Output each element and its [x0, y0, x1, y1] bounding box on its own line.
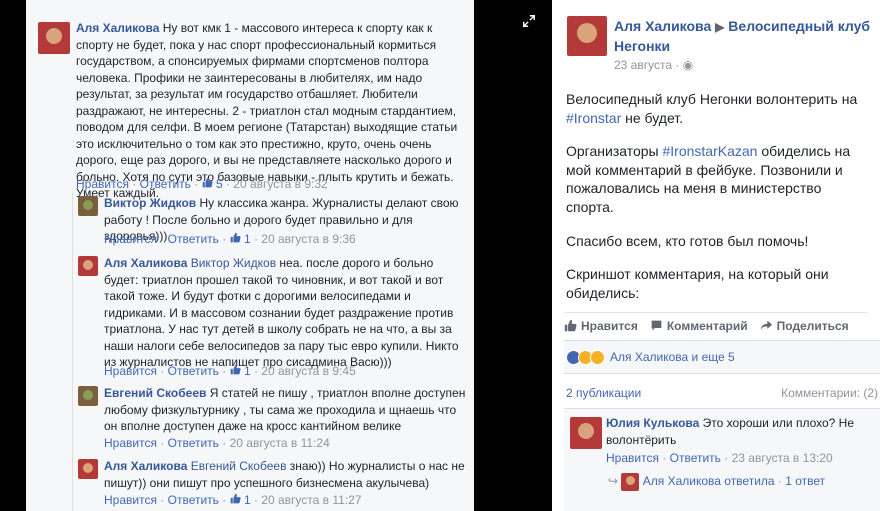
post-stats: 2 публикации Комментарии: (2) [564, 380, 880, 406]
thumbs-up-icon [230, 232, 241, 243]
post-paragraph: Организаторы #IronstarKazan обиделись на… [566, 143, 851, 215]
post-panel: Аля Халикова ▶ Велосипедный клуб Негонки… [552, 0, 880, 511]
comment-time[interactable]: 20 августа в 9:32 [233, 177, 327, 191]
comment-body: Аля Халикова Виктор Жидков неа. после до… [104, 255, 469, 371]
like-link[interactable]: Нравится [104, 436, 157, 450]
expand-icon[interactable] [522, 14, 536, 28]
publications-link[interactable]: 2 публикации [566, 386, 641, 400]
hashtag-link[interactable]: #Ironstar [566, 110, 621, 126]
post-author[interactable]: Аля Халикова [614, 18, 711, 34]
post-author-avatar[interactable] [567, 16, 607, 56]
reactions-text[interactable]: Аля Халикова и еще 5 [610, 350, 735, 364]
post-actions-bar: Нравится Комментарий Поделиться [564, 312, 868, 338]
avatar[interactable] [78, 459, 98, 479]
comment-time[interactable]: 20 августа в 11:24 [230, 436, 330, 450]
comment-author[interactable]: Аля Халикова [104, 256, 187, 270]
post-date[interactable]: 23 августа [614, 58, 672, 72]
avatar[interactable] [78, 256, 98, 276]
like-count[interactable]: 1 [244, 493, 251, 507]
like-link[interactable]: Нравится [104, 232, 157, 246]
avatar[interactable] [78, 196, 98, 216]
avatar[interactable] [78, 386, 98, 406]
arrow-right-icon: ▶ [715, 20, 725, 34]
like-count[interactable]: 5 [216, 177, 223, 191]
comment-body: Аля Халикова Ну вот кмк 1 - массового ин… [76, 20, 468, 202]
hashtag-link[interactable]: #IronstarKazan [663, 143, 758, 159]
post-body: Велосипедный клуб Негонки волонтерить на… [566, 90, 871, 317]
post-paragraph: Спасибо всем, кто готов был помочь! [566, 232, 809, 249]
comment-author[interactable]: Евгений Скобеев [104, 386, 206, 400]
reply-arrow-icon: ↪ [608, 474, 619, 489]
like-link[interactable]: Нравится [104, 493, 157, 507]
thumbs-up-icon [230, 364, 241, 375]
post-comment: Юлия Кулькова Это хороши или плохо? Не в… [564, 408, 880, 511]
globe-icon: ◉ [682, 58, 694, 72]
comment-actions: Нравится · Ответить · 1 · 20 августа в 1… [104, 493, 362, 507]
comment-time[interactable]: 20 августа в 9:36 [261, 232, 355, 246]
comment-time[interactable]: 20 августа в 11:27 [261, 493, 361, 507]
comment-actions: Нравится · Ответить · 5 · 20 августа в 9… [76, 177, 328, 191]
like-link[interactable]: Нравится [104, 364, 157, 378]
comment-mention[interactable]: Евгений Скобеев [191, 459, 287, 473]
reply-link[interactable]: Ответить [168, 364, 219, 378]
reply-link[interactable]: Ответить [140, 177, 191, 191]
avatar[interactable] [570, 417, 602, 449]
avatar [621, 473, 640, 491]
share-button[interactable]: Поделиться [760, 319, 849, 333]
post-paragraph: Велосипедный клуб Негонки волонтерить на… [566, 91, 858, 126]
reply-thread-line [72, 192, 73, 511]
post-paragraph: Скриншот комментария, на который они оби… [566, 266, 829, 301]
comment-time[interactable]: 20 августа в 9:45 [261, 364, 355, 378]
reply-link[interactable]: Ответить [670, 451, 721, 465]
share-icon [760, 320, 772, 331]
like-link[interactable]: Нравится [606, 451, 659, 465]
comment-actions: Нравится · Ответить · 23 августа в 13:20 [606, 451, 833, 465]
comment-mention[interactable]: Виктор Жидков [191, 256, 276, 270]
comment-button[interactable]: Комментарий [650, 319, 748, 333]
reply-link[interactable]: Ответить [168, 493, 219, 507]
post-header: Аля Халикова ▶ Велосипедный клуб Негонки [614, 17, 874, 56]
reply-link[interactable]: Ответить [168, 232, 219, 246]
reactions-summary[interactable]: Аля Халикова и еще 5 [564, 340, 880, 374]
comment-author[interactable]: Аля Халикова [104, 459, 187, 473]
comment-author[interactable]: Юлия Кулькова [606, 416, 699, 430]
comment-body: Аля Халикова Евгений Скобеев знаю)) Но ж… [104, 458, 469, 491]
comment-actions: Нравится · Ответить · 20 августа в 11:24 [104, 436, 330, 450]
comment-body: Евгений Скобеев Я статей не пишу , триат… [104, 385, 469, 435]
comment-text: Ну вот кмк 1 - массового интереса к спор… [76, 21, 458, 200]
like-count[interactable]: 1 [244, 364, 251, 378]
post-meta: 23 августа · ◉ [614, 58, 694, 72]
like-button[interactable]: Нравится [564, 319, 638, 333]
thumbs-up-icon [202, 177, 213, 188]
sad-reaction-icon [590, 349, 605, 365]
comment-actions: Нравится · Ответить · 1 · 20 августа в 9… [104, 364, 356, 378]
comments-count[interactable]: Комментарии: (2) [781, 386, 878, 400]
comment-time[interactable]: 23 августа в 13:20 [732, 451, 833, 465]
comment-text: неа. после дорого и больно будет: триатл… [104, 256, 459, 369]
comment-author[interactable]: Виктор Жидков [104, 196, 196, 210]
comment-body: Юлия Кулькова Это хороши или плохо? Не в… [606, 415, 874, 448]
comment-screenshot: Аля Халикова Ну вот кмк 1 - массового ин… [26, 0, 474, 511]
avatar[interactable] [38, 22, 70, 54]
comment-icon [651, 320, 662, 331]
thumbs-up-icon [564, 319, 577, 332]
comment-actions: Нравится · Ответить · 1 · 20 августа в 9… [104, 232, 356, 246]
like-link[interactable]: Нравится [76, 177, 129, 191]
comment-author[interactable]: Аля Халикова [76, 21, 159, 35]
thumbs-up-icon [230, 493, 241, 504]
reply-link[interactable]: Ответить [168, 436, 219, 450]
like-count[interactable]: 1 [244, 232, 251, 246]
replies-summary[interactable]: ↪ Аля Халикова ответила · 1 ответ [608, 473, 825, 491]
